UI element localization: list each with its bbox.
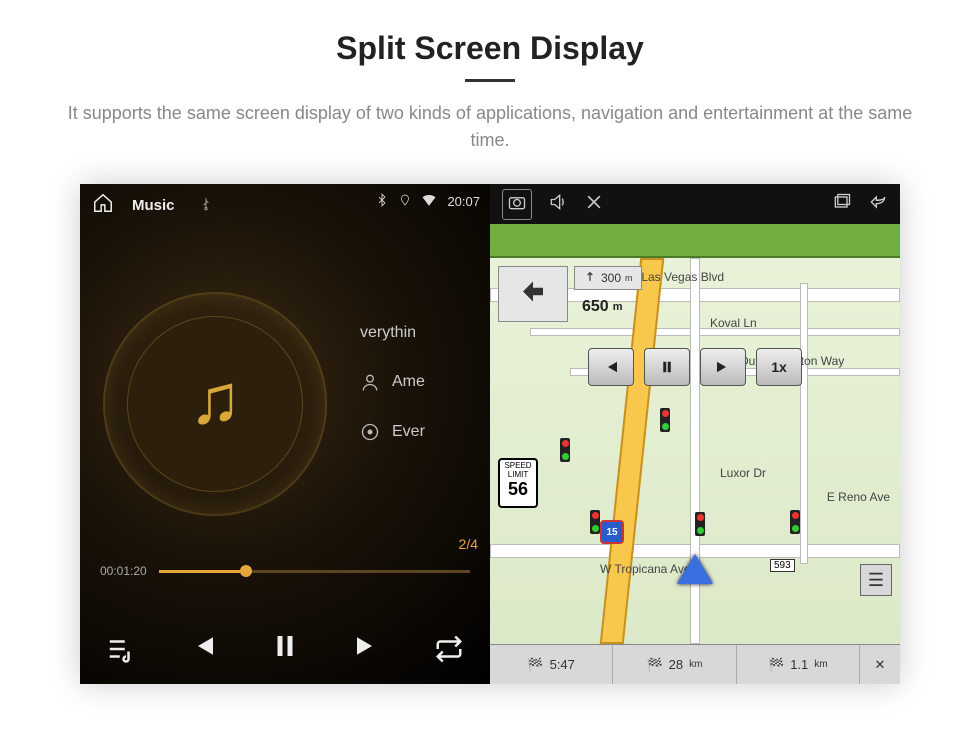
- route-shield-15: 15: [600, 520, 624, 544]
- system-bar: [490, 184, 900, 224]
- volume-icon[interactable]: [548, 192, 568, 217]
- next-unit: km: [814, 659, 827, 670]
- close-nav-button[interactable]: ✕: [860, 645, 900, 684]
- route-speed-button[interactable]: 1x: [756, 348, 802, 386]
- track-info: verythin Ame Ever: [360, 324, 425, 442]
- split-screen-device: Music 20:07 ♫ verythin: [80, 184, 900, 684]
- route-pause-button[interactable]: [644, 348, 690, 386]
- music-app-label: Music: [132, 197, 175, 214]
- location-icon: [399, 194, 411, 209]
- music-note-icon: ♫: [189, 359, 242, 439]
- camera-icon[interactable]: [502, 189, 532, 220]
- disc-icon: [360, 422, 380, 442]
- traffic-light-icon: [590, 510, 600, 534]
- prev-track-button[interactable]: [188, 631, 218, 666]
- vehicle-cursor-icon: [677, 554, 713, 584]
- street-las-vegas-blvd: S Las Vegas Blvd: [630, 270, 724, 284]
- route-playback-controls: 1x: [588, 348, 802, 386]
- title-underline: [465, 79, 515, 82]
- home-icon[interactable]: [92, 192, 114, 218]
- source-text: Ever: [392, 423, 425, 441]
- turn-panel: 300 m 650 m: [498, 266, 642, 322]
- next-track-button[interactable]: [352, 631, 382, 666]
- artist-text: Ame: [392, 373, 425, 391]
- bluetooth-icon: [375, 193, 389, 210]
- turn-primary-unit: m: [613, 301, 623, 313]
- usb-icon: [199, 197, 213, 214]
- seek-thumb[interactable]: [240, 565, 252, 577]
- eta-value: 5:47: [550, 657, 575, 672]
- remaining-unit: km: [689, 659, 702, 670]
- track-title-row: verythin: [360, 324, 425, 342]
- recent-apps-icon[interactable]: [832, 192, 852, 217]
- next-turn-cell[interactable]: 🏁 1.1 km: [737, 645, 860, 684]
- remaining-value: 28: [669, 657, 683, 672]
- nav-top-bar: [490, 224, 900, 258]
- traffic-light-icon: [660, 408, 670, 432]
- turn-primary-dist: 650: [582, 298, 609, 316]
- navigation-pane: S Las Vegas Blvd Koval Ln Duke Ellington…: [490, 184, 900, 684]
- street-luxor: Luxor Dr: [720, 466, 766, 480]
- traffic-light-icon: [695, 512, 705, 536]
- music-controls: [80, 631, 490, 666]
- turn-secondary: 300 m: [574, 266, 642, 290]
- street-koval: Koval Ln: [710, 316, 757, 330]
- turn-secondary-dist: 300: [601, 271, 621, 285]
- repeat-icon[interactable]: [434, 634, 464, 664]
- album-art[interactable]: ♫: [105, 294, 325, 514]
- distance-icon: 🏁: [646, 657, 662, 673]
- music-pane: Music 20:07 ♫ verythin: [80, 184, 490, 684]
- seek-bar[interactable]: [159, 570, 470, 573]
- playlist-icon[interactable]: [106, 634, 136, 664]
- turn-secondary-unit: m: [625, 273, 633, 283]
- speed-limit-sign: SPEED LIMIT 56: [498, 458, 538, 508]
- exit-badge: 593: [770, 559, 795, 572]
- speed-value: 56: [500, 480, 536, 500]
- person-icon: [360, 372, 380, 392]
- elapsed-time: 00:01:20: [100, 564, 147, 578]
- next-flag-icon: 🏁: [768, 657, 784, 673]
- track-index: 2/4: [459, 536, 478, 552]
- artist-row: Ame: [360, 372, 425, 392]
- street-reno: E Reno Ave: [827, 490, 890, 504]
- turn-left-icon: [518, 279, 548, 309]
- flag-icon: 🏁: [527, 657, 543, 673]
- map-menu-button[interactable]: ☰: [860, 564, 892, 596]
- traffic-light-icon: [790, 510, 800, 534]
- route-prev-button[interactable]: [588, 348, 634, 386]
- turn-ahead-icon: [583, 271, 597, 285]
- nav-bottom-bar: 🏁 5:47 🏁 28 km 🏁 1.1 km ✕: [490, 644, 900, 684]
- traffic-light-icon: [560, 438, 570, 462]
- eta-cell[interactable]: 🏁 5:47: [490, 645, 613, 684]
- next-value: 1.1: [790, 657, 808, 672]
- close-icon[interactable]: [584, 192, 604, 217]
- seek-fill: [159, 570, 246, 573]
- wifi-icon: [421, 192, 437, 211]
- pause-button[interactable]: [270, 631, 300, 666]
- turn-primary-dist-box: 650 m: [574, 294, 642, 320]
- remaining-cell[interactable]: 🏁 28 km: [613, 645, 736, 684]
- progress-row: 00:01:20: [100, 564, 470, 578]
- music-status-right: 20:07: [375, 192, 480, 211]
- clock-value: 20:07: [447, 194, 480, 209]
- route-next-button[interactable]: [700, 348, 746, 386]
- source-row: Ever: [360, 422, 425, 442]
- track-title-text: verythin: [360, 324, 416, 342]
- back-icon[interactable]: [868, 192, 888, 217]
- turn-primary: [498, 266, 568, 322]
- page-title: Split Screen Display: [0, 30, 980, 67]
- map-area[interactable]: S Las Vegas Blvd Koval Ln Duke Ellington…: [490, 258, 900, 644]
- page-subtitle: It supports the same screen display of t…: [60, 100, 920, 154]
